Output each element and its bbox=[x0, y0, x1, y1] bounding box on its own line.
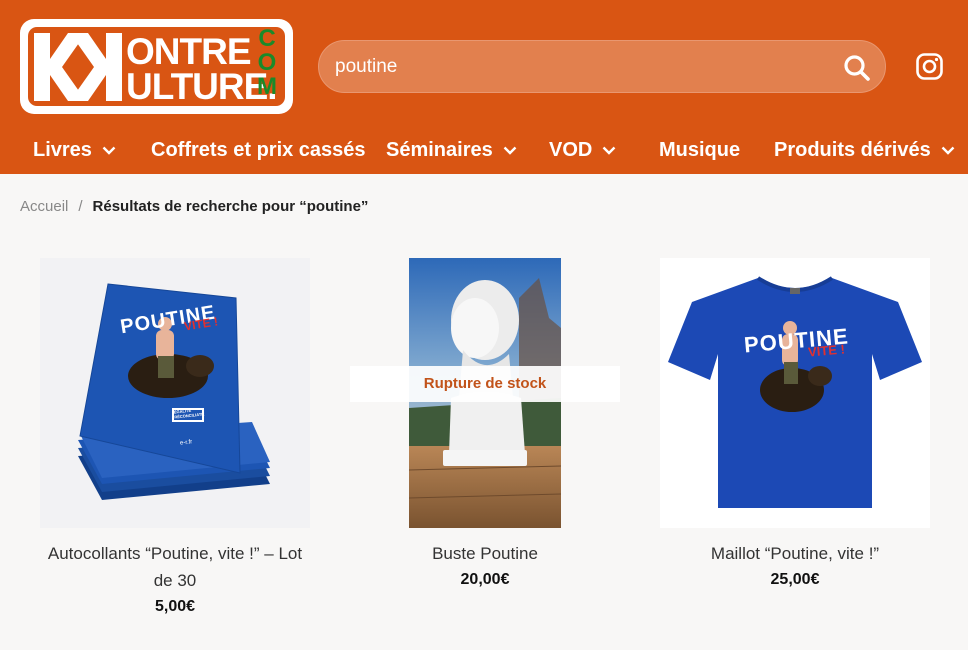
poster-site-text: e-r.fr bbox=[179, 439, 193, 447]
nav-item-livres[interactable]: Livres bbox=[33, 126, 116, 174]
product-title-line: de 30 bbox=[153, 571, 197, 590]
out-of-stock-badge: Rupture de stock bbox=[350, 366, 620, 402]
site-logo[interactable]: ONTRE ULTURE. COM bbox=[20, 19, 293, 114]
chevron-down-icon bbox=[102, 146, 116, 155]
shirt-print-subtext: VITE ! bbox=[807, 341, 846, 360]
product-price-autocollants: 5,00€ bbox=[154, 598, 196, 615]
product-title-maillot[interactable]: Maillot “Poutine, vite !” bbox=[645, 540, 945, 567]
breadcrumb-home[interactable]: Accueil bbox=[20, 198, 68, 215]
logo-text-line2: ULTURE. bbox=[126, 66, 278, 107]
product-title-buste[interactable]: Buste Poutine bbox=[335, 540, 635, 567]
product-image-maillot[interactable]: POUTINE VITE ! bbox=[660, 258, 930, 528]
site-header: ONTRE ULTURE. COM Livres Coffrets et pri… bbox=[0, 0, 968, 174]
nav-item-musique[interactable]: Musique bbox=[659, 126, 740, 174]
logo-com: COM bbox=[256, 27, 278, 99]
search-icon[interactable] bbox=[843, 54, 871, 82]
tshirt-illustration bbox=[668, 276, 922, 508]
product-title-autocollants[interactable]: Autocollants “Poutine, vite !” – Lot de … bbox=[28, 540, 322, 594]
instagram-icon[interactable] bbox=[916, 53, 943, 80]
nav-label: VOD bbox=[549, 139, 593, 161]
nav-label: Musique bbox=[659, 139, 741, 161]
product-price-buste: 20,00€ bbox=[460, 571, 510, 588]
nav-item-coffrets[interactable]: Coffrets et prix cassés bbox=[151, 126, 366, 174]
breadcrumb: Accueil / Résultats de recherche pour “pou… bbox=[20, 197, 368, 217]
logo-k-mark bbox=[34, 33, 122, 101]
product-image-autocollants[interactable]: POUTINE VITE ! ÉGALITÉ RÉCONCILIATION e-… bbox=[40, 258, 310, 528]
nav-label: Produits dérivés bbox=[774, 139, 931, 161]
nav-label: Séminaires bbox=[386, 139, 493, 161]
nav-label: Coffrets et prix cassés bbox=[151, 139, 366, 161]
chevron-down-icon bbox=[602, 146, 616, 155]
search-input[interactable] bbox=[335, 41, 835, 92]
nav-item-vod[interactable]: VOD bbox=[549, 126, 616, 174]
nav-label: Livres bbox=[33, 139, 92, 161]
sticker-pack-illustration bbox=[78, 283, 270, 500]
product-price-maillot: 25,00€ bbox=[770, 571, 820, 588]
nav-item-seminaires[interactable]: Séminaires bbox=[386, 126, 517, 174]
breadcrumb-current: Résultats de recherche pour “poutine” bbox=[92, 198, 369, 215]
search-bar bbox=[318, 40, 886, 93]
nav-item-produits-derives[interactable]: Produits dérivés bbox=[774, 126, 955, 174]
chevron-down-icon bbox=[503, 146, 517, 155]
logo-com-text: COM bbox=[257, 25, 277, 100]
main-nav: Livres Coffrets et prix cassés Séminaire… bbox=[0, 126, 968, 174]
product-title-line: Autocollants “Poutine, vite !” – Lot bbox=[47, 544, 303, 563]
chevron-down-icon bbox=[941, 146, 955, 155]
logo-text-line1: ONTRE bbox=[126, 31, 251, 72]
breadcrumb-separator: / bbox=[78, 198, 83, 215]
